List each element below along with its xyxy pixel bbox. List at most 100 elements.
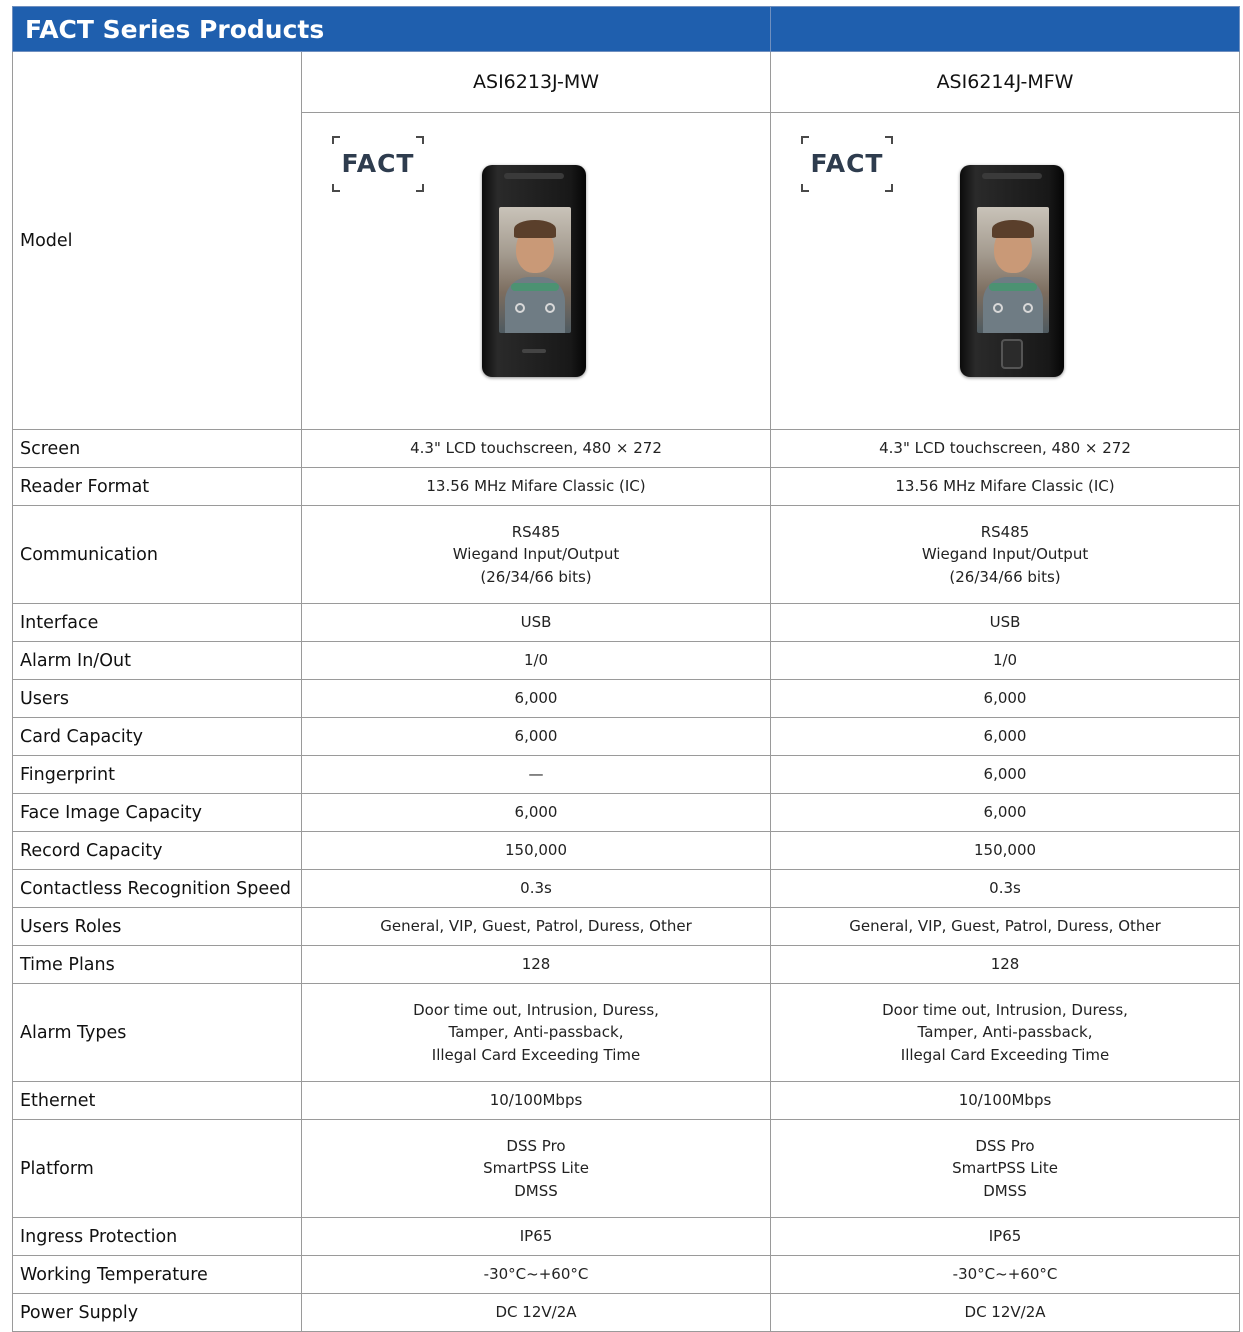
spec-row: Users Roles General, VIP, Guest, Patrol, … — [12, 907, 1241, 946]
spec-value-2: 13.56 MHz Mifare Classic (IC) — [770, 467, 1241, 506]
spec-value-line: General, VIP, Guest, Patrol, Duress, Oth… — [380, 917, 692, 936]
spec-value-line: -30°C~+60°C — [483, 1265, 589, 1284]
spec-value-2: 10/100Mbps — [770, 1081, 1241, 1120]
spec-value-line: RS485 — [511, 522, 561, 541]
spec-row: Alarm Types Door time out, Intrusion, Dur… — [12, 983, 1241, 1082]
spec-label: Reader Format — [12, 467, 302, 506]
spec-value-line: 6,000 — [514, 689, 558, 708]
fact-logo-icon: FACT — [801, 136, 894, 192]
spec-value-line: DC 12V/2A — [964, 1303, 1046, 1322]
spec-label: Screen — [12, 429, 302, 468]
spec-value-line: IP65 — [519, 1227, 553, 1246]
spec-value-line: 6,000 — [983, 803, 1027, 822]
spec-label: Contactless Recognition Speed — [12, 869, 302, 908]
fact-logo-text: FACT — [341, 149, 415, 178]
spec-value-line: DSS Pro — [975, 1136, 1035, 1155]
spec-value-1: — — [300, 755, 772, 794]
spec-label: Alarm Types — [12, 983, 302, 1082]
spec-value-line: 13.56 MHz Mifare Classic (IC) — [426, 477, 646, 496]
model-name-row: Model ASI6213J-MW ASI6214J-MFW — [12, 51, 1241, 430]
spec-row: Communication RS485 Wiegand Input/Output (2… — [12, 505, 1241, 604]
spec-row: Power Supply DC 12V/2A DC 12V/2A — [12, 1293, 1241, 1332]
spec-row: Reader Format 13.56 MHz Mifare Classic (I… — [12, 467, 1241, 506]
spec-value-1: DSS Pro SmartPSS Lite DMSS — [300, 1119, 772, 1218]
spec-value-1: -30°C~+60°C — [300, 1255, 772, 1294]
fingerprint-sensor-icon — [1001, 339, 1024, 369]
spec-value-line: 6,000 — [514, 727, 558, 746]
spec-value-1: 150,000 — [300, 831, 772, 870]
spec-row: Face Image Capacity 6,000 6,000 — [12, 793, 1241, 832]
header-row: FACT Series Products — [11, 6, 1241, 52]
spec-value-line: 4.3" LCD touchscreen, 480 × 272 — [410, 439, 662, 458]
spec-value-2: RS485 Wiegand Input/Output (26/34/66 bits) — [770, 505, 1241, 604]
spec-table: FACT Series Products Model ASI6213J-MW A… — [11, 6, 1241, 1332]
spec-value-line: Wiegand Input/Output — [921, 545, 1089, 564]
spec-value-line: DC 12V/2A — [495, 1303, 577, 1322]
spec-value-line: 1/0 — [992, 651, 1018, 670]
spec-value-line: RS485 — [980, 522, 1030, 541]
spec-value-1: 10/100Mbps — [300, 1081, 772, 1120]
spec-value-2: 150,000 — [770, 831, 1241, 870]
spec-value-line: 0.3s — [989, 879, 1021, 898]
spec-value-line: Door time out, Intrusion, Duress, — [882, 1000, 1128, 1019]
spec-value-line: 150,000 — [974, 841, 1037, 860]
spec-value-line: 10/100Mbps — [958, 1091, 1052, 1110]
spec-label: Interface — [12, 603, 302, 642]
spec-value-line: -30°C~+60°C — [952, 1265, 1058, 1284]
product-image-cell-2: FACT — [770, 112, 1241, 430]
spec-value-line: 128 — [990, 955, 1020, 974]
spec-row: Contactless Recognition Speed 0.3s 0.3s — [12, 869, 1241, 908]
spec-label: Time Plans — [12, 945, 302, 984]
fact-logo-text: FACT — [810, 149, 884, 178]
spec-value-line: 150,000 — [504, 841, 568, 860]
spec-value-1: DC 12V/2A — [300, 1293, 772, 1332]
spec-value-line: Tamper, Anti-passback, — [448, 1023, 624, 1042]
spec-value-2: Door time out, Intrusion, Duress, Tamper,… — [770, 983, 1241, 1082]
spec-label: Face Image Capacity — [12, 793, 302, 832]
spec-value-2: -30°C~+60°C — [770, 1255, 1241, 1294]
spec-value-line: DSS Pro — [506, 1136, 566, 1155]
spec-value-line: Tamper, Anti-passback, — [917, 1023, 1093, 1042]
spec-value-line: 1/0 — [523, 651, 549, 670]
spec-value-1: 13.56 MHz Mifare Classic (IC) — [300, 467, 772, 506]
fact-logo-icon: FACT — [332, 136, 424, 192]
spec-value-line: 6,000 — [514, 803, 558, 822]
spec-value-line: SmartPSS Lite — [952, 1159, 1058, 1178]
spec-value-2: IP65 — [770, 1217, 1241, 1256]
spec-label: Communication — [12, 505, 302, 604]
spec-value-line: USB — [989, 613, 1021, 632]
spec-value-line: USB — [520, 613, 552, 632]
spec-value-1: 0.3s — [300, 869, 772, 908]
spec-value-line: 6,000 — [983, 727, 1027, 746]
spec-value-2: USB — [770, 603, 1241, 642]
spec-row: Alarm In/Out 1/0 1/0 — [12, 641, 1241, 680]
spec-label: Ingress Protection — [12, 1217, 302, 1256]
spec-value-line: 6,000 — [983, 689, 1027, 708]
model-name-1: ASI6213J-MW — [300, 51, 772, 113]
spec-value-2: General, VIP, Guest, Patrol, Duress, Oth… — [770, 907, 1241, 946]
spec-value-1: 4.3" LCD touchscreen, 480 × 272 — [300, 429, 772, 468]
spec-value-2: 6,000 — [770, 679, 1241, 718]
spec-value-2: 4.3" LCD touchscreen, 480 × 272 — [770, 429, 1241, 468]
spec-label: Card Capacity — [12, 717, 302, 756]
spec-label: Ethernet — [12, 1081, 302, 1120]
spec-value-line: Illegal Card Exceeding Time — [431, 1045, 641, 1064]
spec-value-2: 6,000 — [770, 793, 1241, 832]
spec-value-line: DMSS — [514, 1181, 558, 1200]
model-label: Model — [12, 51, 302, 430]
header-empty-cell — [770, 6, 1241, 52]
face-terminal-image — [482, 165, 586, 377]
spec-row: Screen 4.3" LCD touchscreen, 480 × 272 4.3… — [12, 429, 1241, 468]
spec-label: Record Capacity — [12, 831, 302, 870]
spec-value-1: RS485 Wiegand Input/Output (26/34/66 bits) — [300, 505, 772, 604]
spec-value-1: 1/0 — [300, 641, 772, 680]
spec-value-line: (26/34/66 bits) — [949, 567, 1061, 586]
spec-value-line: — — [528, 765, 544, 784]
spec-value-line: 10/100Mbps — [489, 1091, 583, 1110]
spec-value-line: 6,000 — [983, 765, 1027, 784]
spec-value-line: 4.3" LCD touchscreen, 480 × 272 — [879, 439, 1131, 458]
spec-value-1: 6,000 — [300, 793, 772, 832]
spec-value-line: SmartPSS Lite — [483, 1159, 589, 1178]
spec-value-1: IP65 — [300, 1217, 772, 1256]
spec-label: Platform — [12, 1119, 302, 1218]
